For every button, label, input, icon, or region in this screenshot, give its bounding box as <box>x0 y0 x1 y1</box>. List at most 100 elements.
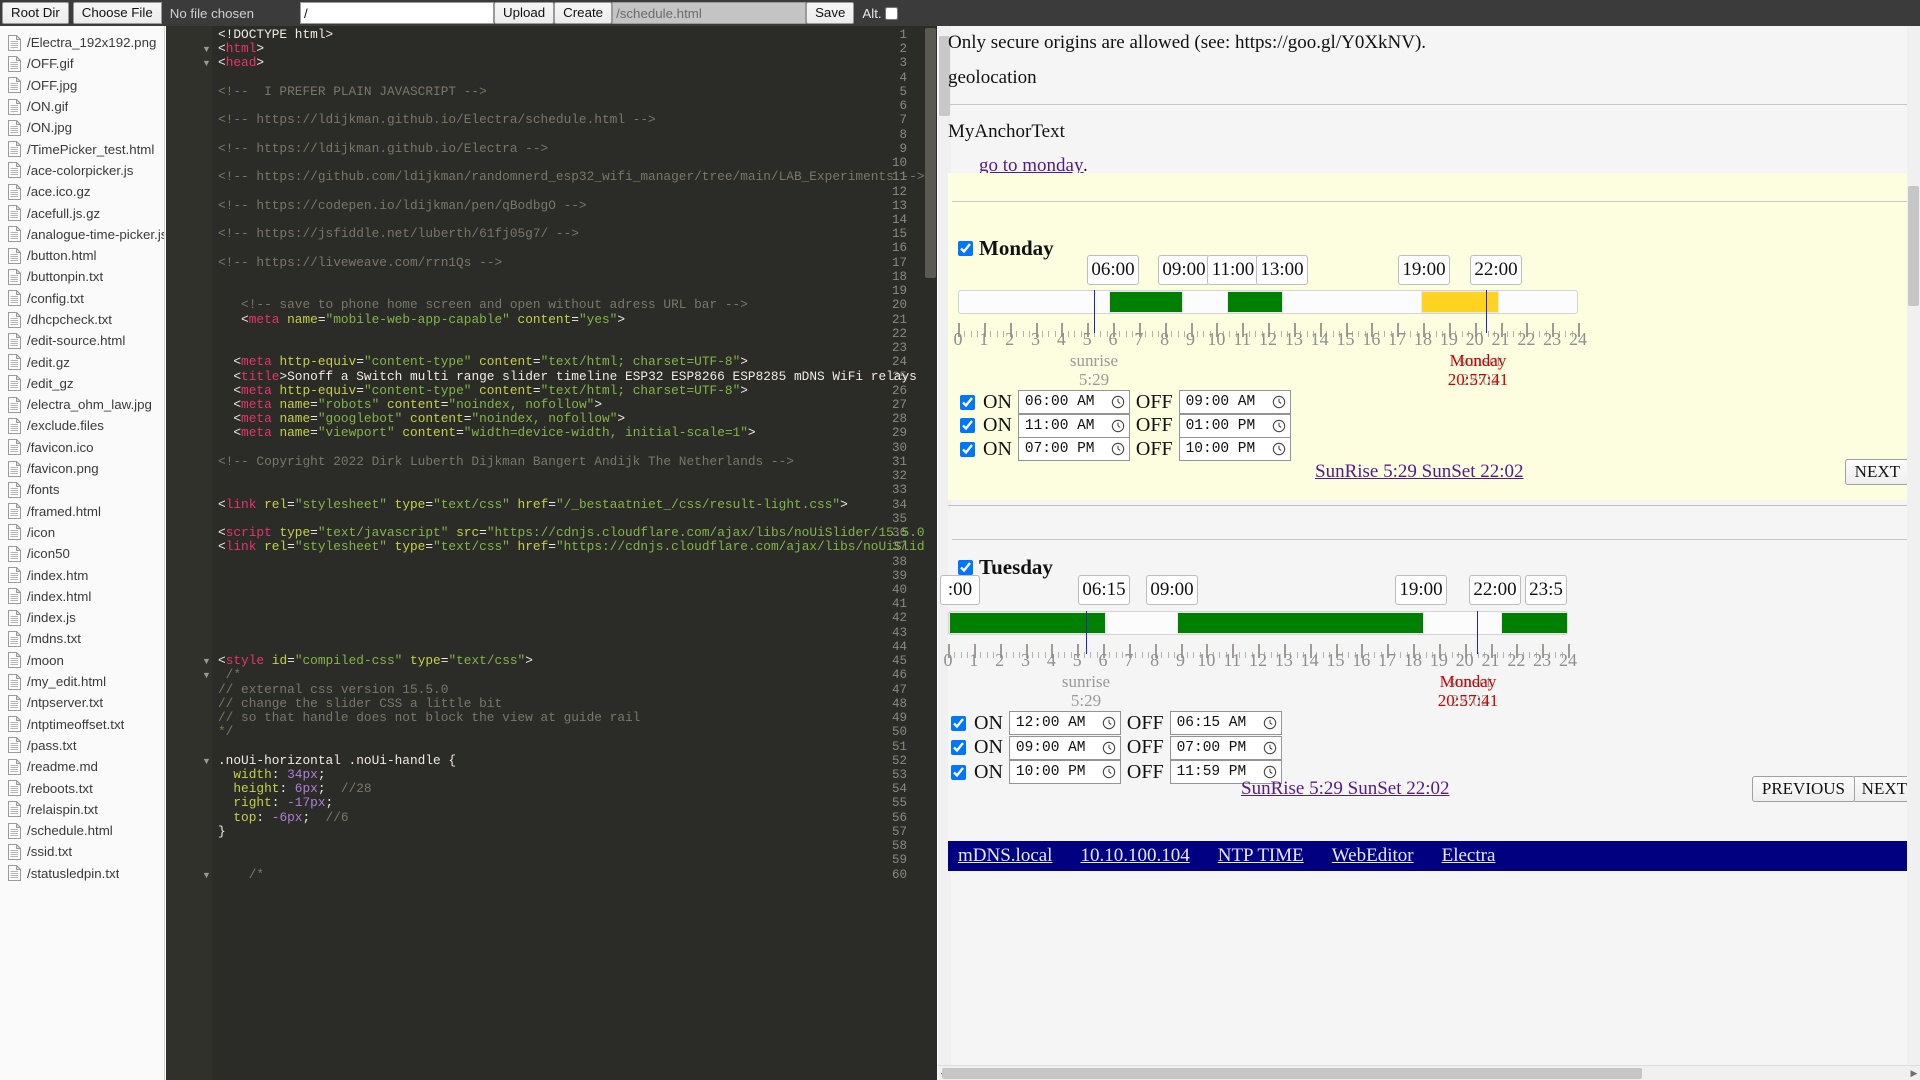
file-list-item[interactable]: /Electra_192x192.png <box>0 32 164 53</box>
file-list-item[interactable]: /edit-source.html <box>0 330 164 351</box>
save-path-input[interactable] <box>612 2 806 24</box>
file-list-item[interactable]: /OFF.jpg <box>0 75 164 96</box>
timeline-active-segment[interactable] <box>1177 612 1424 634</box>
save-button[interactable]: Save <box>806 2 854 24</box>
editor-scroll-thumb[interactable] <box>925 28 936 278</box>
schedule-row-checkbox[interactable] <box>960 442 975 457</box>
file-list-item[interactable]: /exclude.files <box>0 415 164 436</box>
code-line[interactable]: /* <box>218 668 241 682</box>
code-line[interactable]: height: 6px; //28 <box>218 782 372 796</box>
code-line[interactable]: /* <box>218 868 264 882</box>
sun-summary-link[interactable]: SunRise 5:29 SunSet 22:02 <box>1241 778 1450 800</box>
file-list-item[interactable]: /ntptimeoffset.txt <box>0 714 164 735</box>
code-line[interactable]: <meta http-equiv="content-type" content=… <box>218 384 748 398</box>
day-enable-checkbox[interactable] <box>958 241 973 256</box>
file-list-item[interactable]: /framed.html <box>0 501 164 522</box>
code-fold-arrow-icon[interactable]: ▼ <box>202 668 211 682</box>
file-list-item[interactable]: /favicon.ico <box>0 437 164 458</box>
code-line[interactable]: <!-- I PREFER PLAIN JAVASCRIPT --> <box>218 85 487 99</box>
slider-handle-value[interactable]: 11:00 <box>1207 255 1259 285</box>
alt-checkbox[interactable] <box>885 7 898 20</box>
preview-vertical-scrollbar[interactable] <box>1907 26 1920 1080</box>
code-fold-arrow-icon[interactable]: ▼ <box>202 654 211 668</box>
file-chooser[interactable]: Choose File No file chosen <box>73 2 254 24</box>
slider-handle-value[interactable]: 06:00 <box>1087 255 1139 285</box>
file-list-item[interactable]: /schedule.html <box>0 820 164 841</box>
code-line[interactable]: <link rel="stylesheet" type="text/css" h… <box>218 540 937 554</box>
code-line[interactable]: <meta name="mobile-web-app-capable" cont… <box>218 313 625 327</box>
timeline-slider-track[interactable] <box>948 611 1568 635</box>
slider-handle-value[interactable]: 09:00 <box>1158 255 1210 285</box>
editor-vertical-scrollbar[interactable] <box>924 26 937 1080</box>
bottom-nav-link[interactable]: WebEditor <box>1332 845 1414 867</box>
file-list-item[interactable]: /config.txt <box>0 288 164 309</box>
code-fold-arrow-icon[interactable]: ▼ <box>202 868 211 882</box>
file-list-item[interactable]: /ntpserver.txt <box>0 692 164 713</box>
code-line[interactable]: width: 34px; <box>218 768 326 782</box>
code-line[interactable]: top: -6px; //6 <box>218 811 349 825</box>
code-line[interactable]: .noUi-horizontal .noUi-handle { <box>218 754 456 768</box>
slider-handle-value[interactable]: 09:00 <box>1146 575 1198 605</box>
code-line[interactable]: <!DOCTYPE html> <box>218 28 333 42</box>
day-nav-button[interactable]: NEXT <box>1845 459 1910 485</box>
code-line[interactable]: // external css version 15.5.0 <box>218 683 448 697</box>
code-line[interactable]: <!-- https://ldijkman.github.io/Electra … <box>218 142 548 156</box>
timeline-slider-track[interactable] <box>958 290 1578 314</box>
file-list-item[interactable]: /icon50 <box>0 543 164 564</box>
off-time-input[interactable]: 09:00 AM <box>1179 390 1291 414</box>
code-editor[interactable]: 1<!DOCTYPE html>2▼<html>3▼<head>45<!-- I… <box>166 26 937 1080</box>
file-list-item[interactable]: /mdns.txt <box>0 628 164 649</box>
file-list-item[interactable]: /icon <box>0 522 164 543</box>
code-line[interactable]: <!-- https://liveweave.com/rrn1Qs --> <box>218 256 502 270</box>
file-list-item[interactable]: /edit.gz <box>0 351 164 372</box>
file-list-item[interactable]: /index.js <box>0 607 164 628</box>
file-list-item[interactable]: /index.html <box>0 586 164 607</box>
slider-handle-value[interactable]: 23:5 <box>1525 575 1567 605</box>
path-input[interactable] <box>300 2 494 24</box>
bottom-nav-link[interactable]: Electra <box>1442 845 1496 867</box>
upload-button[interactable]: Upload <box>494 2 554 24</box>
code-line[interactable]: // change the slider CSS a little bit <box>218 697 502 711</box>
day-enable-checkbox[interactable] <box>958 560 973 575</box>
sun-summary-link[interactable]: SunRise 5:29 SunSet 22:02 <box>1315 461 1524 483</box>
slider-handle-value[interactable]: 22:00 <box>1470 255 1522 285</box>
code-line[interactable]: <!-- https://jsfiddle.net/luberth/61fj05… <box>218 227 579 241</box>
schedule-row-checkbox[interactable] <box>960 395 975 410</box>
file-list-item[interactable]: /button.html <box>0 245 164 266</box>
file-list-item[interactable]: /electra_ohm_law.jpg <box>0 394 164 415</box>
schedule-row-checkbox[interactable] <box>960 418 975 433</box>
file-list-item[interactable]: /statusledpin.txt <box>0 863 164 884</box>
timeline-active-segment[interactable] <box>1421 291 1499 313</box>
file-list-item[interactable]: /reboots.txt <box>0 777 164 798</box>
schedule-row-checkbox[interactable] <box>951 765 966 780</box>
file-list-item[interactable]: /TimePicker_test.html <box>0 138 164 159</box>
on-time-input[interactable]: 07:00 PM <box>1018 437 1130 461</box>
code-line[interactable]: <link rel="stylesheet" type="text/css" h… <box>218 498 848 512</box>
slider-handle-value[interactable]: 19:00 <box>1395 575 1447 605</box>
code-line[interactable]: <!-- https://ldijkman.github.io/Electra/… <box>218 113 656 127</box>
file-list-item[interactable]: /index.htm <box>0 564 164 585</box>
off-time-input[interactable]: 06:15 AM <box>1170 711 1282 735</box>
schedule-row-checkbox[interactable] <box>951 716 966 731</box>
file-list-item[interactable]: /relaispin.txt <box>0 799 164 820</box>
bottom-nav-link[interactable]: NTP TIME <box>1218 845 1304 867</box>
file-list-item[interactable]: /ON.gif <box>0 96 164 117</box>
file-list-item[interactable]: /dhcpcheck.txt <box>0 309 164 330</box>
code-line[interactable]: <!-- Copyright 2022 Dirk Luberth Dijkman… <box>218 455 794 469</box>
file-list-item[interactable]: /analogue-time-picker.js <box>0 224 164 245</box>
bottom-nav-link[interactable]: 10.10.100.104 <box>1080 845 1189 867</box>
file-list-item[interactable]: /favicon.png <box>0 458 164 479</box>
timeline-active-segment[interactable] <box>1501 612 1568 634</box>
choose-file-button[interactable]: Choose File <box>73 2 162 24</box>
code-line[interactable]: <title>Sonoff a Switch multi range slide… <box>218 370 937 384</box>
code-line[interactable]: <meta name="googlebot" content="noindex,… <box>218 412 625 426</box>
slider-handle-value[interactable]: 13:00 <box>1256 255 1308 285</box>
file-list-item[interactable]: /ssid.txt <box>0 841 164 862</box>
file-list-item[interactable]: /readme.md <box>0 756 164 777</box>
code-fold-arrow-icon[interactable]: ▼ <box>202 754 211 768</box>
day-nav-button[interactable]: PREVIOUS <box>1752 776 1855 802</box>
code-line[interactable]: <!-- save to phone home screen and open … <box>218 298 748 312</box>
slider-handle-value[interactable]: 19:00 <box>1398 255 1450 285</box>
root-dir-button[interactable]: Root Dir <box>2 2 69 24</box>
file-list-item[interactable]: /acefull.js.gz <box>0 202 164 223</box>
